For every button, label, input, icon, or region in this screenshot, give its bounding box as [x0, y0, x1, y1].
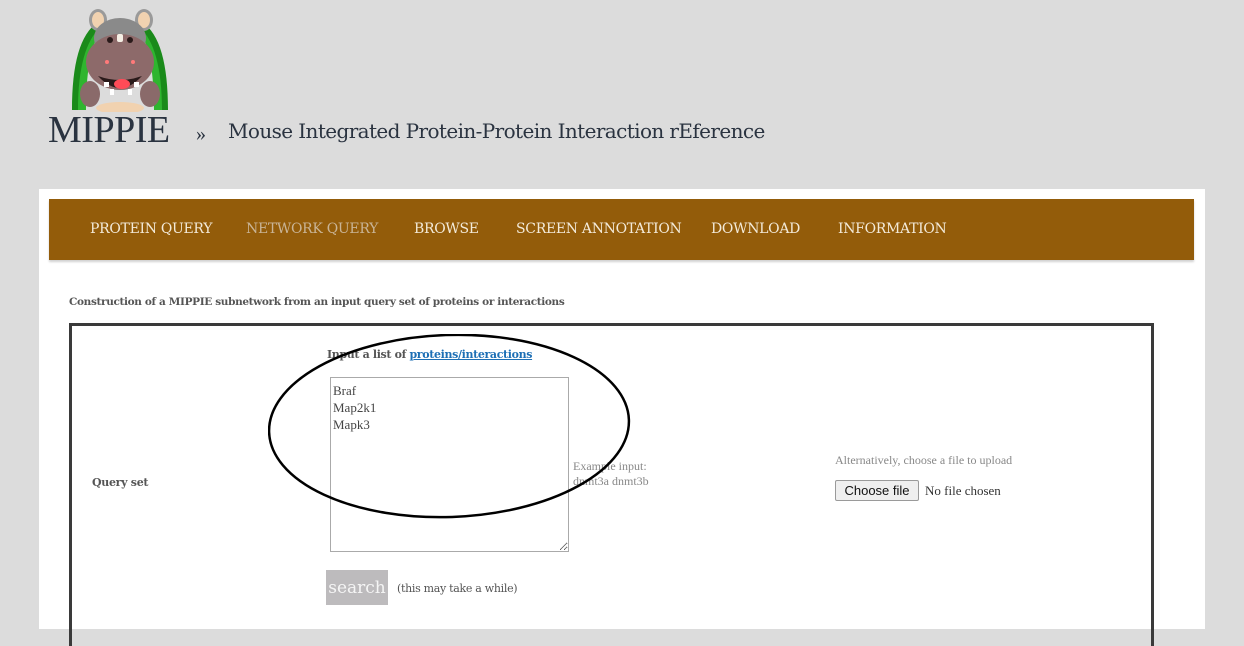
query-set-label: Query set	[92, 476, 149, 489]
search-hint: (this may take a while)	[397, 582, 518, 595]
nav-download[interactable]: DOWNLOAD	[711, 221, 800, 237]
file-status: No file chosen	[925, 483, 1001, 498]
upload-label: Alternatively, choose a file to upload	[835, 453, 1013, 467]
breadcrumb-separator: »	[196, 123, 206, 145]
page-subtitle: Construction of a MIPPIE subnetwork from…	[69, 296, 565, 308]
hippo-mascot-logo-icon[interactable]	[60, 4, 180, 112]
main-panel: PROTEIN QUERY NETWORK QUERY BROWSE SCREE…	[39, 189, 1205, 646]
input-list-label: Input a list of proteins/interactions	[327, 348, 532, 361]
site-tagline: Mouse Integrated Protein-Protein Interac…	[228, 119, 765, 143]
query-textarea[interactable]	[330, 377, 569, 552]
main-navbar: PROTEIN QUERY NETWORK QUERY BROWSE SCREE…	[49, 199, 1194, 260]
nav-browse[interactable]: BROWSE	[414, 221, 479, 237]
example-value: dnmt3a dnmt3b	[573, 474, 649, 488]
nav-screen-annotation[interactable]: SCREEN ANNOTATION	[516, 221, 682, 237]
proteins-interactions-link[interactable]: proteins/interactions	[409, 348, 532, 361]
input-label-text: Input a list of	[327, 348, 410, 361]
nav-network-query[interactable]: NETWORK QUERY	[246, 221, 378, 237]
nav-protein-query[interactable]: PROTEIN QUERY	[90, 221, 212, 237]
choose-file-button[interactable]: Choose file	[835, 480, 919, 501]
example-label: Example input:	[573, 459, 647, 473]
example-input-hint: Example input: dnmt3a dnmt3b	[573, 459, 649, 489]
search-button[interactable]: search	[326, 570, 388, 605]
nav-information[interactable]: INFORMATION	[838, 221, 947, 237]
site-brand[interactable]: MIPPIE	[48, 108, 170, 152]
query-form: Query set Input a list of proteins/inter…	[69, 323, 1154, 646]
